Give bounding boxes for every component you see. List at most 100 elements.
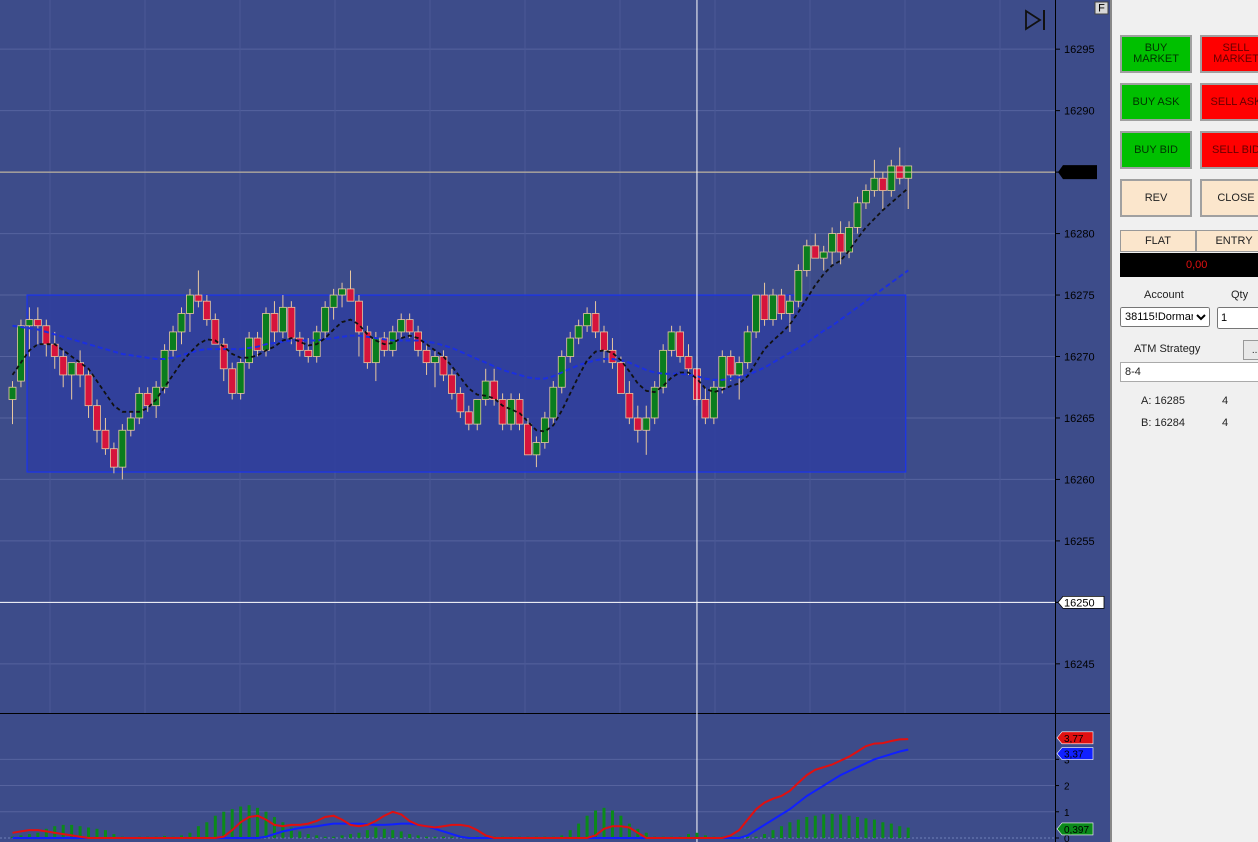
macd-line	[12, 738, 909, 839]
indicator-panel[interactable]: 32103,773,370,397	[0, 713, 1110, 842]
candle-body	[498, 399, 507, 425]
entry-column: ENTRY	[1196, 230, 1258, 252]
macd-value-tag-label: 3,77	[1064, 734, 1084, 745]
account-select[interactable]: 38115!Dormar	[1120, 307, 1210, 327]
price-axis: 16295 16290 16285 16280 16275 16270 16265 16260…	[1055, 0, 1105, 713]
histogram-bar	[847, 815, 851, 838]
candle-body	[760, 294, 769, 321]
chart-f-button[interactable]: F	[1094, 1, 1109, 15]
sell-bid-button[interactable]: SELL BID	[1200, 131, 1258, 169]
candle-body	[862, 190, 870, 204]
candle-body	[524, 423, 532, 456]
candle-body	[481, 380, 490, 400]
candle-body	[591, 313, 600, 333]
histogram-bar	[433, 836, 437, 838]
buy-ask-button[interactable]: BUY ASK	[1120, 83, 1192, 121]
candle-body	[397, 319, 406, 333]
candle-body	[287, 306, 296, 339]
histogram-bar	[357, 832, 361, 838]
histogram-bar	[822, 814, 826, 838]
buy-bid-button[interactable]: BUY BID	[1120, 131, 1192, 169]
candle-body	[253, 337, 262, 351]
crosshair-price-tag-label: 16250	[1064, 597, 1095, 609]
histogram-bar	[881, 822, 885, 838]
candle-body	[329, 294, 338, 308]
histogram-bar	[441, 836, 445, 838]
histogram-bar	[577, 823, 581, 838]
price-tick-label: 16270	[1064, 352, 1095, 364]
histogram-bar	[87, 827, 91, 838]
candle-body	[726, 356, 735, 376]
histogram-bar	[906, 827, 910, 838]
indicator-lines	[12, 738, 909, 839]
sell-ask-button[interactable]: SELL ASK	[1200, 83, 1258, 121]
histogram-bar	[61, 824, 65, 838]
candle-body	[118, 429, 127, 468]
candle-body	[135, 392, 144, 419]
histogram-bar	[256, 807, 260, 838]
candle-body	[473, 399, 482, 425]
histogram-bar	[213, 815, 217, 838]
candle-body	[42, 325, 51, 345]
close-label: CLOSE	[1217, 191, 1255, 204]
candle-body	[202, 300, 211, 321]
position-row: FLAT ENTRY	[1120, 230, 1258, 252]
candle-body	[50, 343, 59, 357]
current-price-tag-label: 16285	[1064, 167, 1095, 179]
skip-to-end-icon[interactable]	[1025, 9, 1045, 31]
histogram-bar	[391, 830, 395, 838]
histogram-bar	[332, 836, 336, 838]
price-tick-label: 16255	[1064, 536, 1095, 548]
candle-body	[304, 349, 313, 357]
sell-market-label: SELL MARKET	[1213, 42, 1258, 65]
histogram-bar	[374, 827, 378, 838]
atm-strategy-button[interactable]: ...	[1243, 340, 1258, 360]
candle-body	[642, 417, 651, 431]
histogram-bar	[872, 819, 876, 838]
candle-body	[270, 313, 279, 333]
candle-body	[777, 294, 786, 314]
sell-ask-label: SELL ASK	[1210, 95, 1258, 108]
candle-body	[600, 331, 608, 351]
range-box-rect	[26, 294, 907, 473]
atm-strategy-label: ATM Strategy	[1134, 343, 1201, 355]
histogram-bar	[382, 828, 386, 838]
candle-body	[701, 399, 710, 419]
price-chart[interactable]: 16295 16290 16285 16280 16275 16270 16265 16260…	[0, 0, 1110, 713]
reverse-button[interactable]: REV	[1120, 179, 1192, 217]
candle-body	[574, 325, 583, 339]
candle-body	[93, 405, 101, 431]
histogram-bar	[585, 815, 589, 838]
candle-body	[786, 300, 794, 314]
histogram-bar	[568, 830, 572, 838]
histogram-value-tag-label: 0,397	[1064, 825, 1089, 836]
quantity-input[interactable]	[1217, 307, 1258, 329]
range-box	[26, 294, 907, 473]
account-label: Account	[1144, 289, 1184, 301]
indicator-tick-label: 2	[1064, 782, 1070, 793]
histogram-bar	[264, 811, 268, 838]
histogram-bar	[222, 811, 226, 838]
histogram-bar	[839, 814, 843, 838]
indicator-grid	[0, 713, 1055, 842]
candle-body	[59, 356, 68, 376]
chart-area[interactable]: 16295 16290 16285 16280 16275 16270 16265 16260…	[0, 0, 1110, 842]
candle-body	[659, 349, 668, 388]
candle-body	[456, 392, 465, 413]
sell-market-button[interactable]: SELL MARKET	[1200, 35, 1258, 73]
candle-body	[819, 251, 828, 259]
histogram-bar	[306, 834, 310, 838]
histogram-bar	[323, 836, 327, 838]
candle-body	[802, 245, 811, 271]
close-button[interactable]: CLOSE	[1200, 179, 1258, 217]
candle-body	[186, 294, 194, 314]
atm-strategy-field[interactable]: 8-4	[1120, 362, 1258, 382]
candle-body	[177, 313, 186, 333]
buy-market-button[interactable]: BUY MARKET	[1120, 35, 1192, 73]
candle-body	[887, 165, 896, 191]
histogram	[11, 805, 910, 838]
histogram-bar	[416, 835, 420, 838]
histogram-bar	[103, 830, 107, 838]
candle-body	[126, 417, 135, 431]
candle-body	[17, 325, 25, 382]
